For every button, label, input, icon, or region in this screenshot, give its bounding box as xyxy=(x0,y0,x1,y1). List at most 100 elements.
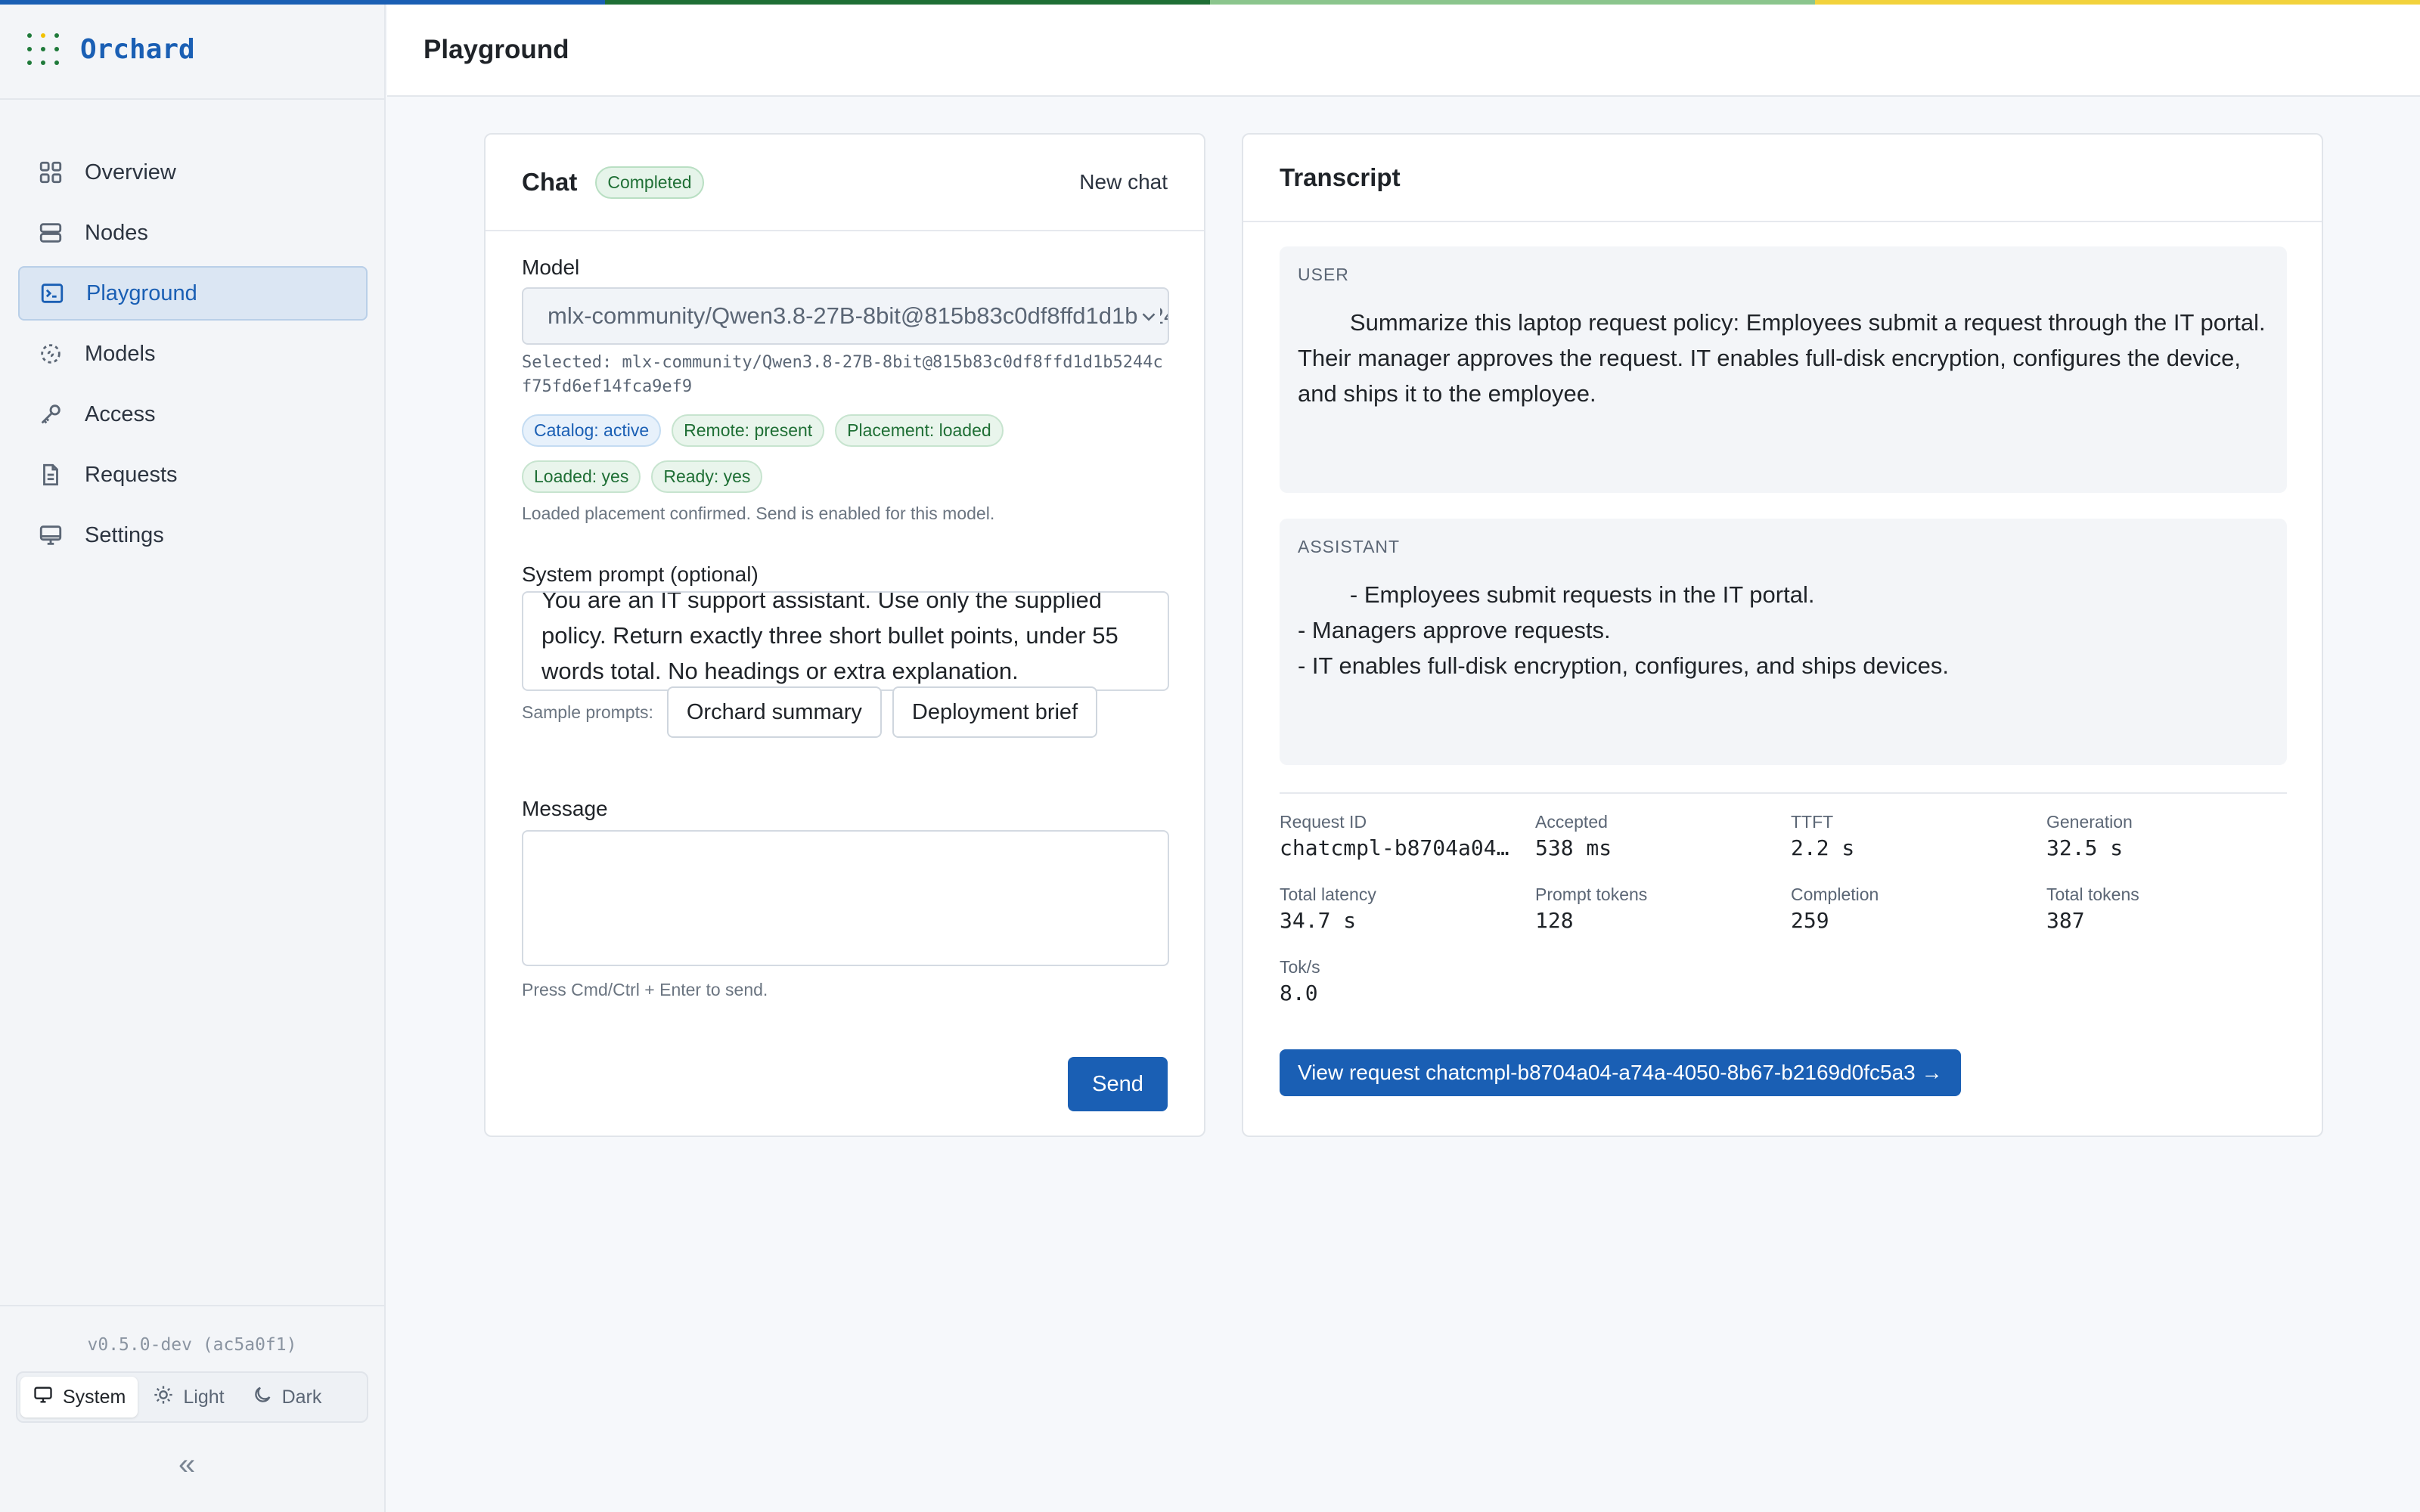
stat-completion: Completion 259 xyxy=(1791,885,2033,933)
stat-prompt-tokens: Prompt tokens 128 xyxy=(1535,885,1777,933)
stat-value: 2.2 s xyxy=(1791,835,1855,860)
send-hint: Press Cmd/Ctrl + Enter to send. xyxy=(522,980,768,999)
sample-prompt-deployment-brief[interactable]: Deployment brief xyxy=(892,686,1098,738)
stripe-segment-lightgreen xyxy=(1210,0,1815,5)
send-button[interactable]: Send xyxy=(1068,1057,1168,1111)
stat-label: Prompt tokens xyxy=(1535,885,1648,904)
model-select-value: mlx-community/Qwen3.8-27B-8bit@815b83c0d… xyxy=(548,302,1169,329)
sidebar-item-models[interactable]: Models xyxy=(18,327,368,381)
sample-prompts-label: Sample prompts: xyxy=(522,702,653,722)
message-role: USER xyxy=(1298,265,1349,284)
theme-dark-button[interactable]: Dark xyxy=(240,1377,334,1418)
placement-note: Loaded placement confirmed. Send is enab… xyxy=(522,503,995,523)
sidebar-item-label: Nodes xyxy=(85,220,148,245)
system-prompt-field[interactable]: You are an IT support assistant. Use onl… xyxy=(522,591,1169,691)
chat-panel: Chat Completed New chat Model mlx-commun… xyxy=(484,133,1205,1137)
terminal-icon xyxy=(38,279,67,308)
stripe-segment-blue xyxy=(0,0,605,5)
sidebar: Orchard Overview Nodes Playground Models xyxy=(0,0,386,1512)
document-icon xyxy=(36,460,65,489)
stripe-segment-yellow xyxy=(1815,0,2420,5)
page-header: Playground xyxy=(387,5,2420,97)
stat-value: 259 xyxy=(1791,908,1829,933)
system-prompt-label: System prompt (optional) xyxy=(522,562,759,586)
remote-badge: Remote: present xyxy=(672,414,825,447)
server-icon xyxy=(36,218,65,247)
stat-ttft: TTFT 2.2 s xyxy=(1791,812,2033,860)
model-ready-badges: Loaded: yes Ready: yes xyxy=(522,460,1169,493)
stat-value: 34.7 s xyxy=(1280,908,1357,933)
chat-panel-header: Chat Completed New chat xyxy=(486,135,1204,231)
transcript-title: Transcript xyxy=(1280,163,1401,191)
stat-label: Generation xyxy=(2046,812,2133,832)
stat-label: Tok/s xyxy=(1280,957,1320,977)
system-prompt-section: System prompt (optional) You are an IT s… xyxy=(522,562,1169,691)
new-chat-button[interactable]: New chat xyxy=(1079,170,1168,194)
sidebar-item-label: Overview xyxy=(85,160,176,184)
stat-label: Request ID xyxy=(1280,812,1367,832)
stat-label: TTFT xyxy=(1791,812,1834,832)
message-field[interactable] xyxy=(522,830,1169,966)
collapse-sidebar-icon[interactable]: « xyxy=(178,1448,195,1482)
message-text: Summarize this laptop request policy: Em… xyxy=(1298,309,2272,407)
stat-total-latency: Total latency 34.7 s xyxy=(1280,885,1522,933)
theme-light-button[interactable]: Light xyxy=(141,1377,236,1418)
model-select[interactable]: mlx-community/Qwen3.8-27B-8bit@815b83c0d… xyxy=(522,287,1169,345)
stat-value: 8.0 xyxy=(1280,981,1318,1005)
page-title: Playground xyxy=(424,35,569,64)
status-badge: Completed xyxy=(595,166,704,199)
stat-label: Total tokens xyxy=(2046,885,2139,904)
theme-dark-label: Dark xyxy=(281,1386,322,1408)
assistant-message: ASSISTANT - Employees submit requests in… xyxy=(1280,519,2287,765)
sidebar-item-requests[interactable]: Requests xyxy=(18,448,368,502)
stat-tok-per-sec: Tok/s 8.0 xyxy=(1280,957,1522,1005)
message-label: Message xyxy=(522,797,608,820)
sidebar-item-playground[interactable]: Playground xyxy=(18,266,368,321)
sidebar-item-access[interactable]: Access xyxy=(18,387,368,442)
sidebar-item-label: Playground xyxy=(86,280,197,305)
sidebar-item-overview[interactable]: Overview xyxy=(18,145,368,200)
stat-label: Accepted xyxy=(1535,812,1608,832)
models-icon xyxy=(36,339,65,368)
stat-value: 32.5 s xyxy=(2046,835,2124,860)
message-text: - Employees submit requests in the IT po… xyxy=(1298,581,1949,679)
stat-value: 128 xyxy=(1535,908,1574,933)
stat-generation: Generation 32.5 s xyxy=(2046,812,2288,860)
message-role: ASSISTANT xyxy=(1298,537,1401,556)
sun-icon xyxy=(153,1384,174,1411)
stripe-segment-green xyxy=(605,0,1210,5)
view-request-button[interactable]: View request chatcmpl-b8704a04-a74a-4050… xyxy=(1280,1049,1961,1096)
sidebar-item-settings[interactable]: Settings xyxy=(18,508,368,562)
sidebar-item-label: Settings xyxy=(85,522,164,547)
chevron-down-icon xyxy=(1137,305,1160,328)
message-section: Message Press Cmd/Ctrl + Enter to send. xyxy=(522,797,1169,1000)
sidebar-item-label: Models xyxy=(85,341,156,366)
theme-system-label: System xyxy=(63,1386,126,1408)
theme-system-button[interactable]: System xyxy=(20,1377,138,1418)
ready-badge: Ready: yes xyxy=(651,460,763,493)
main-content: Chat Completed New chat Model mlx-commun… xyxy=(387,97,2420,1512)
model-label: Model xyxy=(522,256,580,279)
transcript-panel: Transcript USER Summarize this laptop re… xyxy=(1242,133,2323,1137)
app-version: v0.5.0-dev (ac5a0f1) xyxy=(87,1335,297,1355)
loaded-badge: Loaded: yes xyxy=(522,460,641,493)
monitor-icon xyxy=(36,521,65,550)
sidebar-footer: v0.5.0-dev (ac5a0f1) System Light Dark « xyxy=(0,1305,384,1512)
stat-accepted: Accepted 538 ms xyxy=(1535,812,1777,860)
model-status-badges: Catalog: active Remote: present Placement:… xyxy=(522,414,1169,447)
theme-switcher: System Light Dark xyxy=(16,1371,368,1423)
sidebar-item-label: Requests xyxy=(85,462,178,487)
top-accent-stripe xyxy=(0,0,2420,5)
sidebar-item-nodes[interactable]: Nodes xyxy=(18,206,368,260)
stat-value: chatcmpl-b8704a04… xyxy=(1280,835,1509,860)
system-prompt-text: You are an IT support assistant. Use onl… xyxy=(541,591,1118,684)
catalog-badge: Catalog: active xyxy=(522,414,662,447)
stat-request-id: Request ID chatcmpl-b8704a04… xyxy=(1280,812,1522,860)
transcript-header: Transcript xyxy=(1243,135,2322,222)
selected-model-text: Selected: mlx-community/Qwen3.8-27B-8bit… xyxy=(522,353,1163,396)
sample-prompt-orchard-summary[interactable]: Orchard summary xyxy=(666,686,882,738)
sample-prompts: Sample prompts: Orchard summary Deployme… xyxy=(522,686,1108,738)
monitor-icon xyxy=(33,1384,54,1411)
stat-value: 387 xyxy=(2046,908,2085,933)
key-icon xyxy=(36,400,65,429)
